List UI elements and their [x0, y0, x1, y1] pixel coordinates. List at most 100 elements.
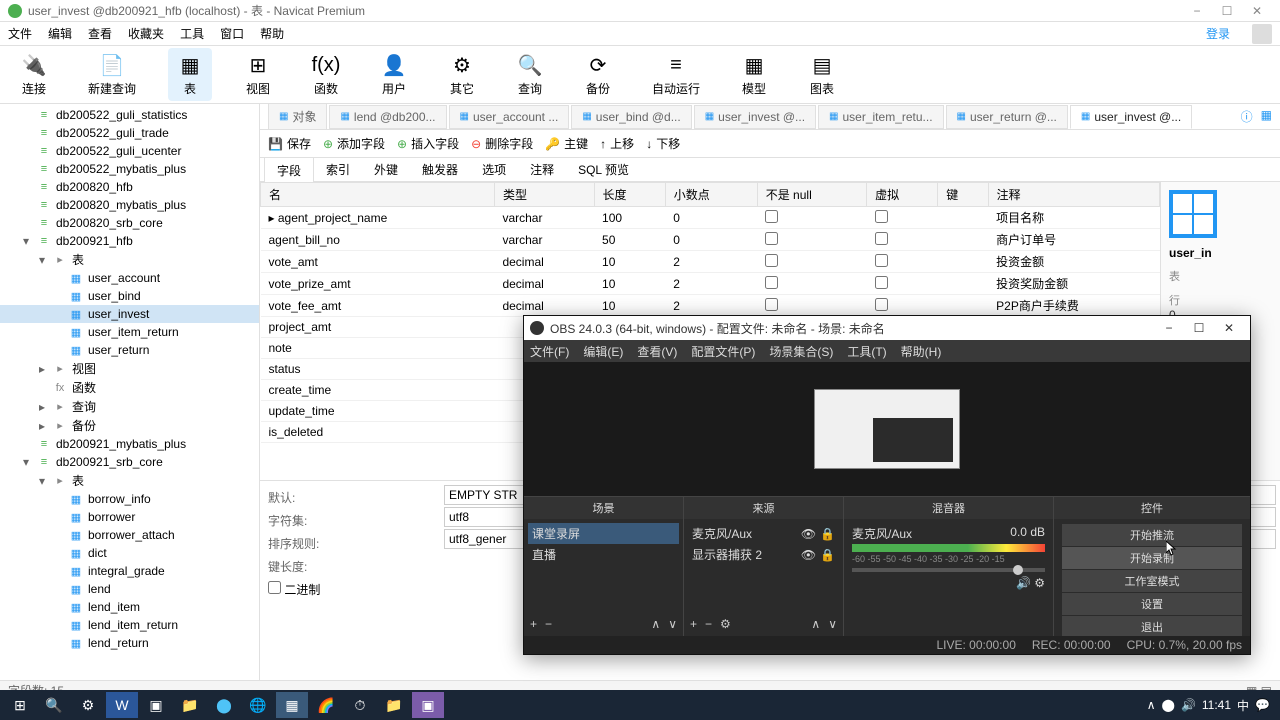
- tray-icon[interactable]: ⬤: [1162, 698, 1175, 712]
- tab[interactable]: ▦user_invest @...: [694, 105, 816, 129]
- tab[interactable]: ▦user_return @...: [946, 105, 1068, 129]
- obs-control-button[interactable]: 工作室模式: [1062, 570, 1242, 592]
- obs-menu-item[interactable]: 工具(T): [847, 343, 886, 360]
- minimize-button[interactable]: −: [1182, 4, 1212, 18]
- system-tray[interactable]: ∧ ⬤ 🔊 11:41 中 💬: [1147, 697, 1276, 714]
- tree-item[interactable]: ▾≡db200921_hfb: [0, 232, 259, 250]
- obs-titlebar[interactable]: OBS 24.0.3 (64-bit, windows) - 配置文件: 未命名…: [524, 316, 1250, 340]
- tree-item[interactable]: ▦user_return: [0, 341, 259, 359]
- add-icon[interactable]: +: [690, 617, 697, 631]
- toolbar-新建查询[interactable]: 📄新建查询: [80, 48, 144, 101]
- subtab[interactable]: 注释: [518, 157, 566, 182]
- app-icon[interactable]: 🌈: [310, 692, 342, 718]
- speaker-icon[interactable]: 🔊: [1016, 576, 1031, 590]
- app-icon[interactable]: ▦: [276, 692, 308, 718]
- table-row[interactable]: vote_prize_amtdecimal102投资奖励金额: [261, 273, 1160, 295]
- info-icon[interactable]: ⓘ: [1241, 108, 1253, 125]
- subtab[interactable]: SQL 预览: [566, 157, 641, 182]
- insert-field-button[interactable]: ⊕插入字段: [397, 135, 459, 152]
- login-link[interactable]: 登录: [1206, 25, 1230, 42]
- obs-menu-item[interactable]: 配置文件(P): [691, 343, 755, 360]
- subtab[interactable]: 字段: [264, 157, 314, 183]
- table-row[interactable]: ▸ agent_project_namevarchar1000项目名称: [261, 207, 1160, 229]
- tree-item[interactable]: ▸▸视图: [0, 359, 259, 378]
- up-icon[interactable]: ∧: [811, 617, 820, 631]
- tray-icon[interactable]: 💬: [1255, 698, 1270, 712]
- search-icon[interactable]: 🔍: [38, 692, 70, 718]
- source-item[interactable]: 麦克风/Aux👁🔒: [688, 523, 839, 544]
- tree-item[interactable]: ≡db200921_mybatis_plus: [0, 435, 259, 453]
- tree-item[interactable]: ▦user_account: [0, 269, 259, 287]
- primary-key-button[interactable]: 🔑主键: [545, 135, 588, 152]
- subtab[interactable]: 索引: [314, 157, 362, 182]
- tree-item[interactable]: ≡db200820_srb_core: [0, 214, 259, 232]
- save-button[interactable]: 💾保存: [268, 135, 311, 152]
- scene-item[interactable]: 直播: [528, 544, 679, 565]
- app-icon[interactable]: ⏱: [344, 692, 376, 718]
- remove-icon[interactable]: −: [545, 617, 552, 631]
- source-item[interactable]: 显示器捕获 2👁🔒: [688, 544, 839, 565]
- tree-item[interactable]: ▦lend_item: [0, 598, 259, 616]
- tree-item[interactable]: ▦dict: [0, 544, 259, 562]
- add-icon[interactable]: +: [530, 617, 537, 631]
- toolbar-连接[interactable]: 🔌连接: [12, 48, 56, 101]
- tree-item[interactable]: ▾≡db200921_srb_core: [0, 453, 259, 471]
- column-header[interactable]: 注释: [988, 183, 1159, 207]
- tree-item[interactable]: ▾▸表: [0, 471, 259, 490]
- app-icon[interactable]: W: [106, 692, 138, 718]
- tree-item[interactable]: ▦borrow_info: [0, 490, 259, 508]
- toolbar-图表[interactable]: ▤图表: [800, 48, 844, 101]
- toolbar-备份[interactable]: ⟳备份: [576, 48, 620, 101]
- gear-icon[interactable]: ⚙: [1034, 576, 1045, 590]
- toolbar-自动运行[interactable]: ≡自动运行: [644, 48, 708, 101]
- start-button[interactable]: ⊞: [4, 692, 36, 718]
- lock-icon[interactable]: 🔒: [820, 548, 835, 562]
- tree-item[interactable]: ≡db200522_guli_ucenter: [0, 142, 259, 160]
- tree-item[interactable]: ▸▸备份: [0, 416, 259, 435]
- obs-menu-item[interactable]: 文件(F): [530, 343, 569, 360]
- obs-menu-item[interactable]: 查看(V): [637, 343, 677, 360]
- tree-item[interactable]: ▦user_invest: [0, 305, 259, 323]
- obs-preview[interactable]: [524, 362, 1250, 496]
- obs-maximize-button[interactable]: ☐: [1184, 321, 1214, 335]
- tray-time[interactable]: 11:41: [1202, 698, 1231, 712]
- column-header[interactable]: 类型: [494, 183, 594, 207]
- menu-fav[interactable]: 收藏夹: [128, 25, 164, 42]
- grid-icon[interactable]: ▦: [1261, 108, 1272, 125]
- tab[interactable]: ▦lend @db200...: [329, 105, 446, 129]
- subtab[interactable]: 外键: [362, 157, 410, 182]
- obs-control-button[interactable]: 设置: [1062, 593, 1242, 615]
- db-tree[interactable]: ≡db200522_guli_statistics≡db200522_guli_…: [0, 104, 260, 680]
- add-field-button[interactable]: ⊕添加字段: [323, 135, 385, 152]
- obs-menu-item[interactable]: 编辑(E): [583, 343, 623, 360]
- obs-minimize-button[interactable]: −: [1154, 321, 1184, 335]
- remove-icon[interactable]: −: [705, 617, 712, 631]
- maximize-button[interactable]: ☐: [1212, 4, 1242, 18]
- tree-item[interactable]: ≡db200820_hfb: [0, 178, 259, 196]
- tree-item[interactable]: ▦integral_grade: [0, 562, 259, 580]
- tree-item[interactable]: ≡db200522_guli_trade: [0, 124, 259, 142]
- obs-control-button[interactable]: 开始推流: [1062, 524, 1242, 546]
- down-icon[interactable]: ∨: [668, 617, 677, 631]
- app-icon[interactable]: 📁: [174, 692, 206, 718]
- column-header[interactable]: 长度: [594, 183, 665, 207]
- taskbar[interactable]: ⊞ 🔍 ⚙ W ▣ 📁 ⬤ 🌐 ▦ 🌈 ⏱ 📁 ▣ ∧ ⬤ 🔊 11:41 中 …: [0, 690, 1280, 720]
- tab[interactable]: ▦user_item_retu...: [818, 105, 944, 129]
- tree-item[interactable]: ▦user_bind: [0, 287, 259, 305]
- obs-menu-item[interactable]: 帮助(H): [901, 343, 942, 360]
- toolbar-函数[interactable]: f(x)函数: [304, 48, 348, 101]
- tree-item[interactable]: ▦borrower: [0, 508, 259, 526]
- delete-field-button[interactable]: ⊖删除字段: [471, 135, 533, 152]
- tray-icon[interactable]: ∧: [1147, 698, 1156, 712]
- toolbar-用户[interactable]: 👤用户: [372, 48, 416, 101]
- tree-item[interactable]: ▦lend_return: [0, 634, 259, 652]
- tab[interactable]: ▦对象: [268, 104, 327, 130]
- menu-edit[interactable]: 编辑: [48, 25, 72, 42]
- tree-item[interactable]: ▦lend: [0, 580, 259, 598]
- app-icon[interactable]: 🌐: [242, 692, 274, 718]
- tab[interactable]: ▦user_account ...: [449, 105, 570, 129]
- subtab[interactable]: 触发器: [410, 157, 470, 182]
- tree-item[interactable]: ▦lend_item_return: [0, 616, 259, 634]
- tab[interactable]: ▦user_invest @...: [1070, 105, 1192, 129]
- toolbar-表[interactable]: ▦表: [168, 48, 212, 101]
